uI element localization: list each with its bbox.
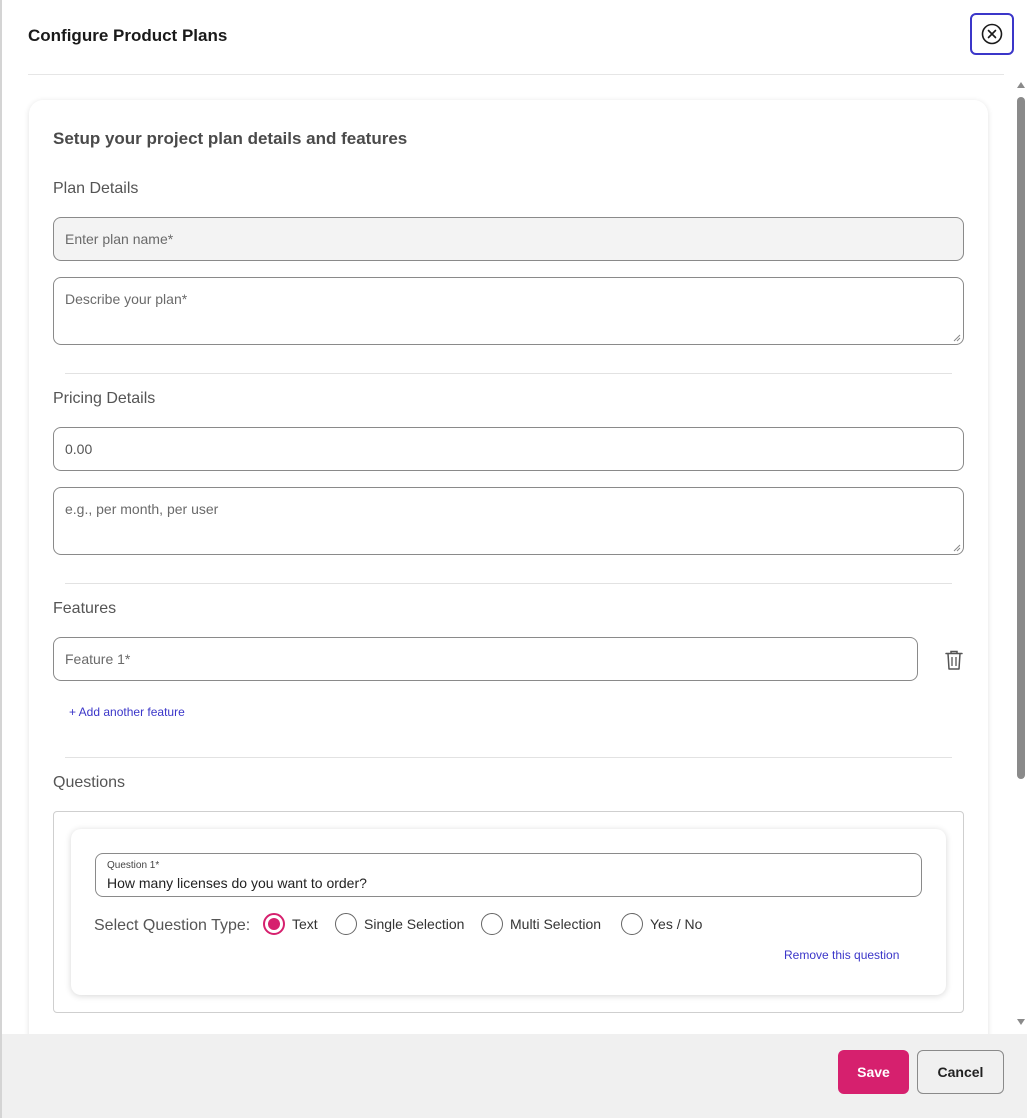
radio-checked-icon (263, 913, 285, 935)
question-card: Question 1* How many licenses do you wan… (71, 829, 946, 995)
radio-label-single: Single Selection (364, 916, 465, 932)
radio-label-text: Text (292, 916, 318, 932)
question-type-single-radio[interactable]: Single Selection (335, 913, 464, 935)
remove-question-link[interactable]: Remove this question (784, 948, 899, 962)
feature-1-input[interactable]: Feature 1* (53, 637, 918, 681)
configure-plans-modal: Configure Product Plans Setup your proje… (0, 0, 1027, 1118)
question-1-input[interactable]: Question 1* How many licenses do you wan… (95, 853, 922, 897)
modal-title: Configure Product Plans (28, 26, 228, 45)
scroll-down-arrow-icon[interactable] (1017, 1019, 1025, 1025)
scrollbar-thumb[interactable] (1017, 97, 1025, 779)
feature-1-placeholder: Feature 1* (65, 651, 131, 667)
radio-unchecked-icon (335, 913, 357, 935)
price-value: 0.00 (65, 441, 93, 457)
radio-label-yesno: Yes / No (650, 916, 703, 932)
features-heading: Features (53, 600, 117, 617)
scroll-up-arrow-icon[interactable] (1017, 82, 1025, 88)
modal-footer: Save Cancel (2, 1034, 1027, 1118)
section-divider (65, 757, 952, 758)
price-input[interactable]: 0.00 (53, 427, 964, 471)
question-1-value: How many licenses do you want to order? (107, 875, 367, 891)
cancel-button[interactable]: Cancel (917, 1050, 1004, 1094)
plan-description-textarea[interactable]: Describe your plan* (53, 277, 964, 345)
add-feature-link[interactable]: + Add another feature (69, 705, 185, 719)
pricing-details-heading: Pricing Details (53, 390, 156, 407)
section-divider (65, 583, 952, 584)
plan-name-input[interactable]: Enter plan name* (53, 217, 964, 261)
questions-container: Question 1* How many licenses do you wan… (53, 811, 964, 1013)
resize-handle-icon[interactable] (953, 544, 961, 552)
modal-header: Configure Product Plans (2, 0, 1027, 75)
save-button[interactable]: Save (838, 1050, 909, 1094)
question-type-yesno-radio[interactable]: Yes / No (621, 913, 702, 935)
radio-unchecked-icon (621, 913, 643, 935)
question-type-multi-radio[interactable]: Multi Selection (481, 913, 601, 935)
question-type-label: Select Question Type: (94, 917, 251, 934)
card-title: Setup your project plan details and feat… (53, 129, 408, 148)
modal-body: Setup your project plan details and feat… (2, 75, 1027, 1034)
plan-description-placeholder: Describe your plan* (65, 291, 188, 307)
plan-config-card: Setup your project plan details and feat… (29, 100, 988, 1034)
plan-name-placeholder: Enter plan name* (65, 231, 174, 247)
close-button[interactable] (970, 13, 1014, 55)
section-divider (65, 373, 952, 374)
question-type-text-radio[interactable]: Text (263, 913, 318, 935)
close-circle-icon (981, 23, 1003, 45)
questions-heading: Questions (53, 774, 126, 791)
question-1-label: Question 1* (107, 860, 160, 871)
radio-unchecked-icon (481, 913, 503, 935)
price-unit-textarea[interactable]: e.g., per month, per user (53, 487, 964, 555)
plan-details-heading: Plan Details (53, 180, 139, 197)
trash-icon[interactable] (944, 649, 964, 671)
price-unit-placeholder: e.g., per month, per user (65, 501, 219, 517)
radio-label-multi: Multi Selection (510, 916, 602, 932)
resize-handle-icon[interactable] (953, 334, 961, 342)
vertical-scrollbar[interactable] (1014, 75, 1027, 1034)
